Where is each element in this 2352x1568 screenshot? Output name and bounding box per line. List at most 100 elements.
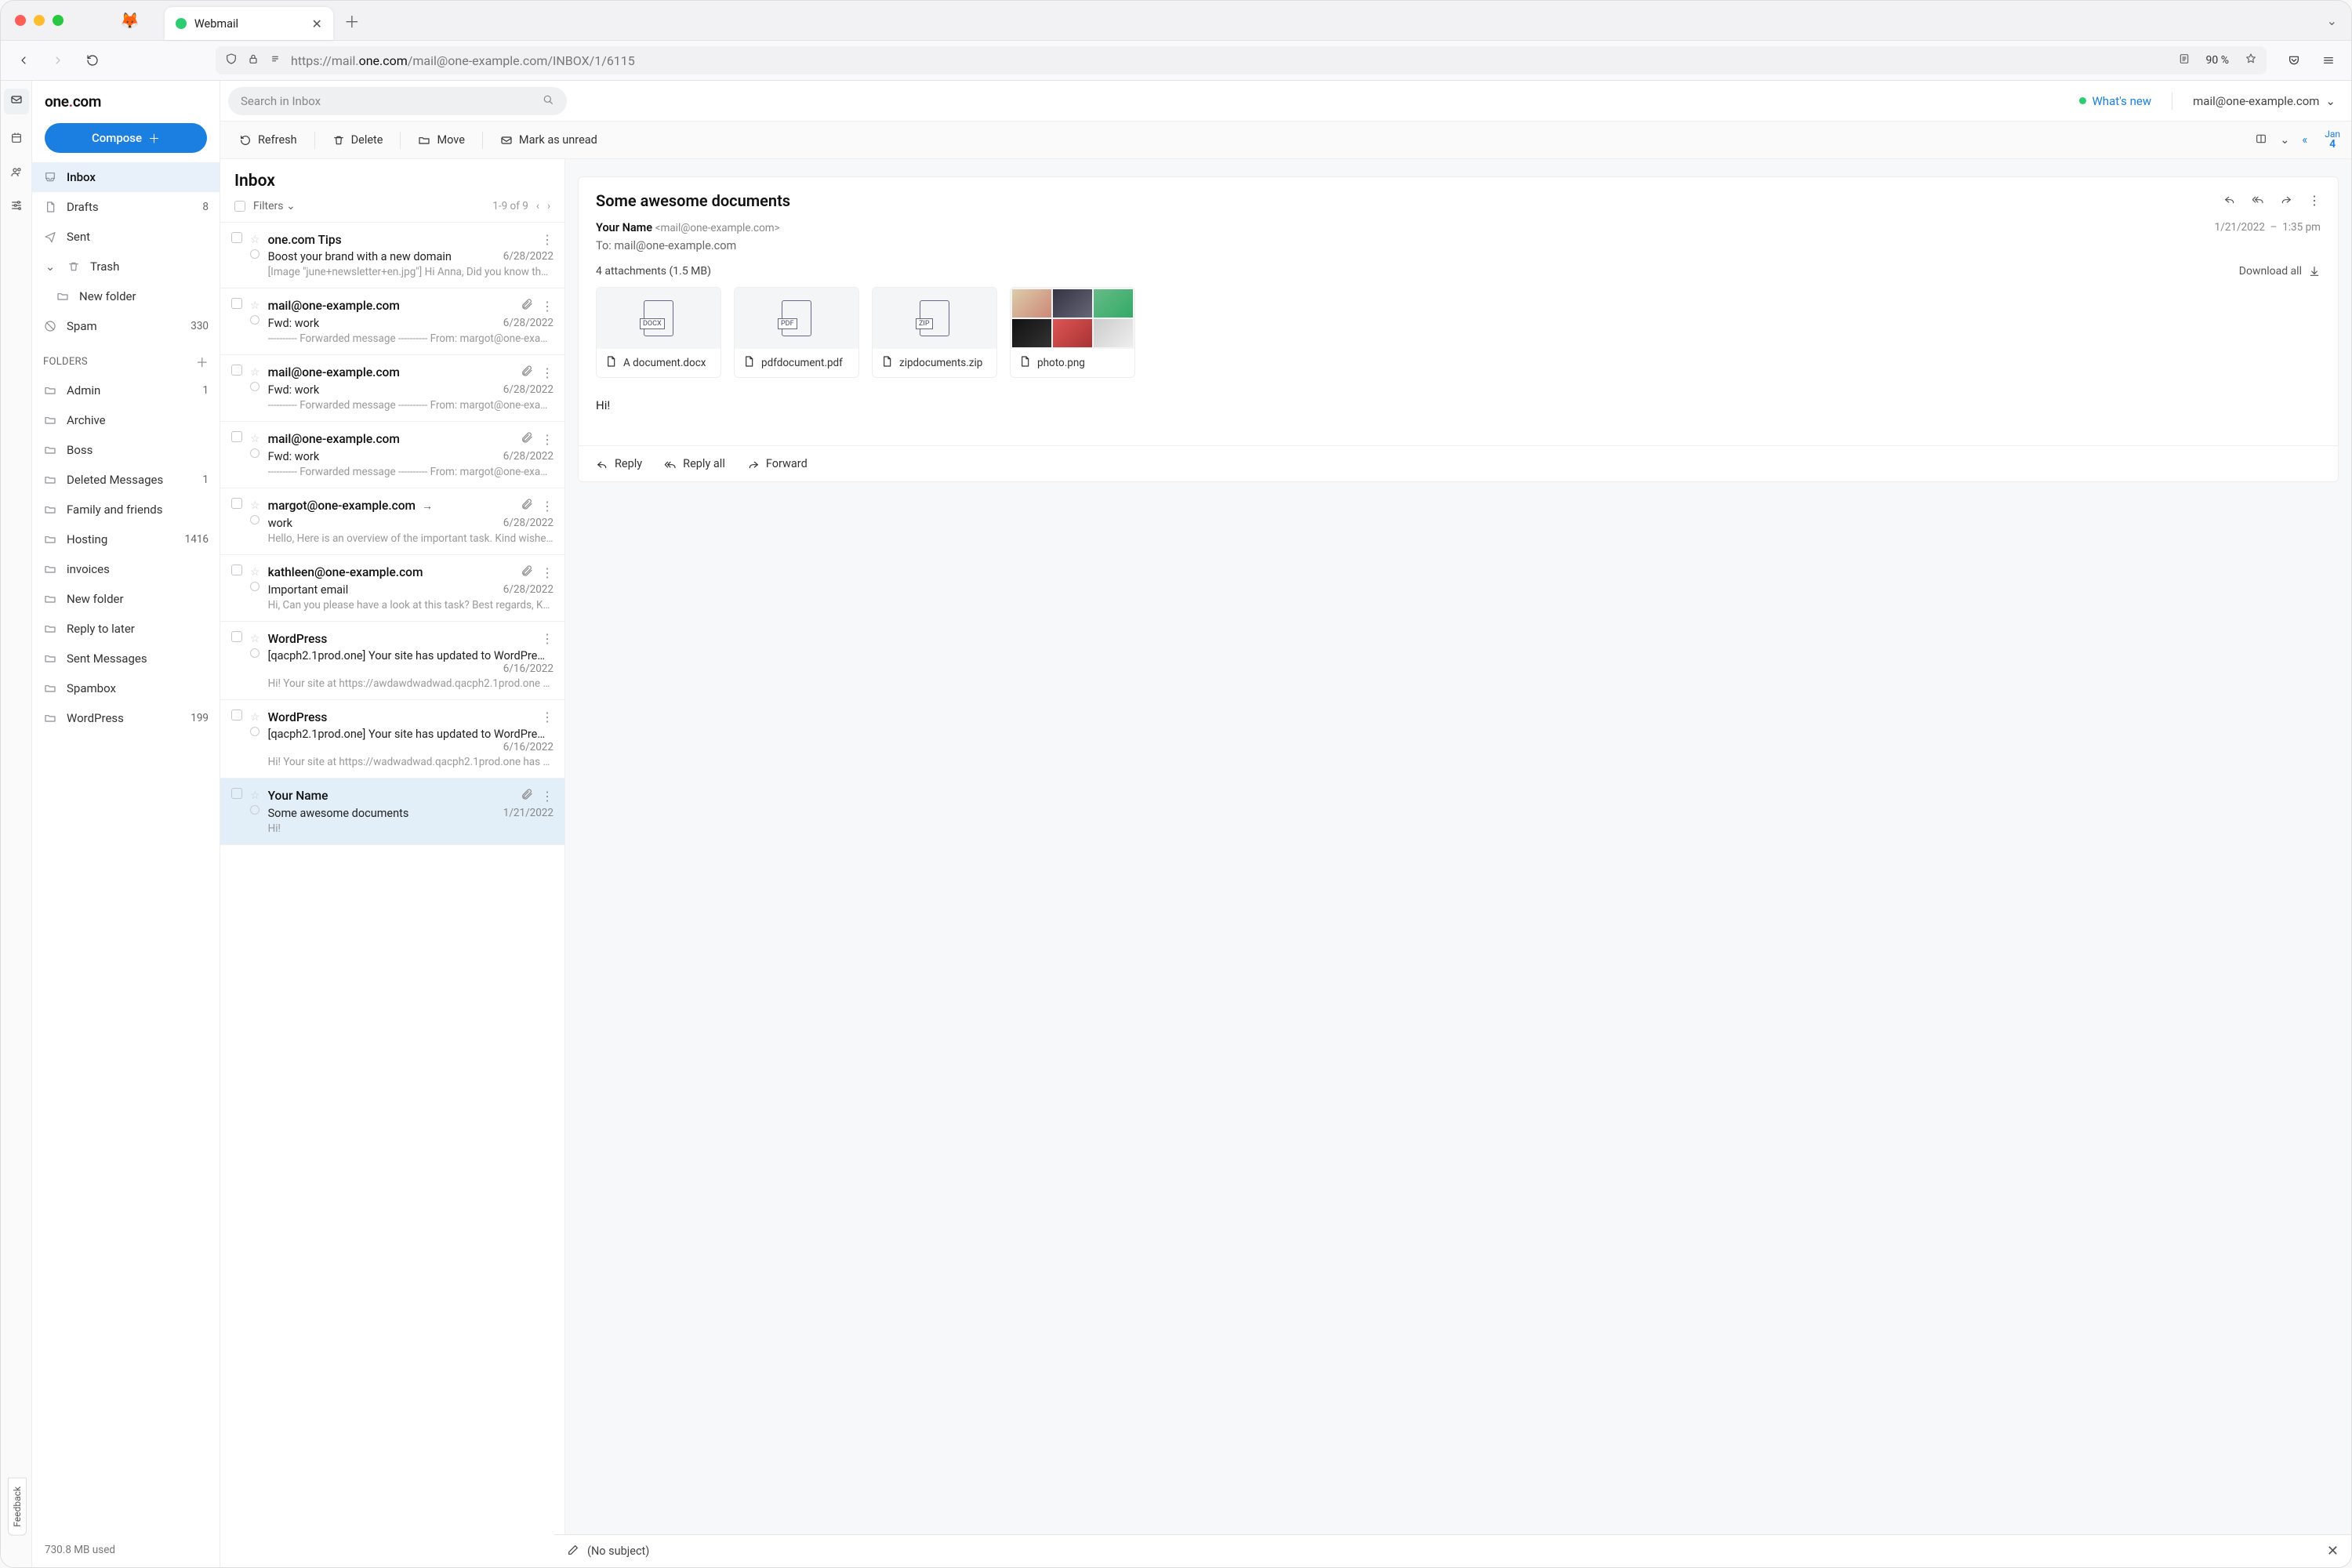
rail-mail-icon[interactable] bbox=[4, 89, 29, 114]
attachment[interactable]: zipdocuments.zip bbox=[872, 287, 997, 378]
compose-button[interactable]: Compose ＋ bbox=[45, 123, 207, 153]
forward-button[interactable]: Forward bbox=[747, 457, 808, 470]
message-row[interactable]: ☆kathleen@one-example.com⋮Important emai… bbox=[220, 555, 564, 622]
select-checkbox[interactable] bbox=[231, 498, 242, 509]
select-checkbox[interactable] bbox=[231, 564, 242, 575]
mark-unread-button[interactable]: Mark as unread bbox=[492, 129, 605, 151]
folder-inbox[interactable]: Inbox bbox=[32, 162, 220, 192]
folder-spambox[interactable]: Spambox bbox=[32, 673, 220, 703]
forward-icon[interactable] bbox=[2280, 193, 2292, 209]
star-icon[interactable]: ☆ bbox=[250, 366, 260, 379]
refresh-button[interactable]: Refresh bbox=[231, 129, 305, 151]
read-status-icon[interactable] bbox=[250, 382, 260, 391]
message-row[interactable]: ☆mail@one-example.com⋮Fwd: work6/28/2022… bbox=[220, 422, 564, 488]
attachment[interactable]: pdfdocument.pdf bbox=[734, 287, 859, 378]
close-window[interactable] bbox=[15, 15, 26, 26]
close-draft-icon[interactable]: ✕ bbox=[2327, 1543, 2339, 1559]
search-input[interactable]: Search in Inbox bbox=[228, 87, 567, 115]
folder-family-and-friends[interactable]: Family and friends bbox=[32, 495, 220, 524]
reply-icon[interactable] bbox=[2223, 193, 2236, 209]
minimized-draft[interactable]: (No subject) ✕ bbox=[554, 1534, 2351, 1567]
row-more-icon[interactable]: ⋮ bbox=[541, 710, 554, 724]
next-page-icon[interactable]: › bbox=[547, 200, 550, 212]
whats-new-link[interactable]: What's new bbox=[2079, 94, 2152, 108]
star-icon[interactable]: ☆ bbox=[250, 433, 260, 445]
folder-wordpress[interactable]: WordPress199 bbox=[32, 703, 220, 733]
select-checkbox[interactable] bbox=[231, 365, 242, 376]
folder-deleted-messages[interactable]: Deleted Messages1 bbox=[32, 465, 220, 495]
select-checkbox[interactable] bbox=[231, 631, 242, 642]
row-more-icon[interactable]: ⋮ bbox=[541, 299, 554, 314]
date-badge[interactable]: Jan 4 bbox=[2325, 129, 2340, 151]
star-icon[interactable]: ☆ bbox=[250, 789, 260, 802]
select-checkbox[interactable] bbox=[231, 788, 242, 799]
bookmark-icon[interactable] bbox=[2245, 53, 2257, 68]
row-more-icon[interactable]: ⋮ bbox=[541, 499, 554, 514]
folder-invoices[interactable]: invoices bbox=[32, 554, 220, 584]
read-status-icon[interactable] bbox=[250, 249, 260, 259]
filters-dropdown[interactable]: Filters ⌄ bbox=[253, 200, 296, 212]
select-all-checkbox[interactable] bbox=[234, 201, 245, 212]
row-more-icon[interactable]: ⋮ bbox=[541, 789, 554, 804]
read-status-icon[interactable] bbox=[250, 805, 260, 815]
row-more-icon[interactable]: ⋮ bbox=[541, 565, 554, 580]
message-row[interactable]: ☆margot@one-example.com→⋮work6/28/2022He… bbox=[220, 488, 564, 555]
message-row[interactable]: ☆one.com Tips⋮Boost your brand with a ne… bbox=[220, 223, 564, 289]
folder-sent[interactable]: Sent bbox=[32, 222, 220, 252]
prev-page-icon[interactable]: ‹ bbox=[536, 200, 539, 212]
star-icon[interactable]: ☆ bbox=[250, 633, 260, 645]
star-icon[interactable]: ☆ bbox=[250, 499, 260, 512]
folder-trash[interactable]: ⌄Trash bbox=[32, 252, 220, 281]
row-more-icon[interactable]: ⋮ bbox=[541, 232, 554, 247]
tabs-overflow-icon[interactable]: ⌄ bbox=[2327, 13, 2337, 28]
star-icon[interactable]: ☆ bbox=[250, 234, 260, 246]
rail-contacts-icon[interactable] bbox=[10, 165, 23, 182]
folder-spam[interactable]: Spam330 bbox=[32, 311, 220, 341]
add-folder-icon[interactable]: ＋ bbox=[196, 352, 209, 371]
url-input[interactable]: https://mail.one.com/mail@one-example.co… bbox=[216, 46, 2267, 74]
delete-button[interactable]: Delete bbox=[325, 129, 391, 151]
back-button[interactable] bbox=[10, 47, 37, 74]
layout-toggle-icon[interactable] bbox=[2255, 132, 2267, 148]
app-menu-icon[interactable] bbox=[2315, 47, 2342, 74]
move-button[interactable]: Move bbox=[410, 129, 472, 151]
prev-period-icon[interactable]: « bbox=[2302, 133, 2307, 147]
folder-admin[interactable]: Admin1 bbox=[32, 376, 220, 405]
message-row[interactable]: ☆mail@one-example.com⋮Fwd: work6/28/2022… bbox=[220, 289, 564, 355]
reply-all-icon[interactable] bbox=[2252, 193, 2264, 209]
new-tab-button[interactable]: ＋ bbox=[344, 9, 360, 32]
read-status-icon[interactable] bbox=[250, 727, 260, 736]
reply-button[interactable]: Reply bbox=[596, 457, 642, 470]
zoom-level[interactable]: 90 % bbox=[2200, 51, 2235, 70]
more-actions-icon[interactable]: ⋮ bbox=[2308, 193, 2321, 209]
read-status-icon[interactable] bbox=[250, 448, 260, 458]
download-all-button[interactable]: Download all bbox=[2239, 265, 2321, 278]
reload-button[interactable] bbox=[79, 47, 106, 74]
row-more-icon[interactable]: ⋮ bbox=[541, 631, 554, 646]
read-status-icon[interactable] bbox=[250, 315, 260, 325]
star-icon[interactable]: ☆ bbox=[250, 299, 260, 312]
folder-new-folder[interactable]: New folder bbox=[32, 584, 220, 614]
close-tab-icon[interactable]: ✕ bbox=[312, 16, 322, 31]
minimize-window[interactable] bbox=[34, 15, 45, 26]
message-row[interactable]: ☆mail@one-example.com⋮Fwd: work6/28/2022… bbox=[220, 355, 564, 422]
select-checkbox[interactable] bbox=[231, 710, 242, 720]
attachment[interactable]: A document.docx bbox=[596, 287, 721, 378]
message-row[interactable]: ☆Your Name⋮Some awesome documents1/21/20… bbox=[220, 779, 564, 845]
folder-new-folder[interactable]: New folder bbox=[32, 281, 220, 311]
message-row[interactable]: ☆WordPress⋮[qacph2.1prod.one] Your site … bbox=[220, 622, 564, 700]
rail-calendar-icon[interactable] bbox=[10, 132, 23, 148]
folder-drafts[interactable]: Drafts8 bbox=[32, 192, 220, 222]
reader-mode-icon[interactable] bbox=[2178, 53, 2190, 68]
select-checkbox[interactable] bbox=[231, 298, 242, 309]
browser-tab[interactable]: Webmail ✕ bbox=[165, 7, 333, 40]
select-checkbox[interactable] bbox=[231, 431, 242, 442]
read-status-icon[interactable] bbox=[250, 515, 260, 524]
feedback-tab[interactable]: Feedback bbox=[8, 1478, 27, 1536]
attachment[interactable]: photo.png bbox=[1010, 287, 1135, 378]
rail-settings-icon[interactable] bbox=[10, 199, 23, 216]
layout-chevron-icon[interactable]: ⌄ bbox=[2280, 133, 2289, 147]
read-status-icon[interactable] bbox=[250, 582, 260, 591]
folder-boss[interactable]: Boss bbox=[32, 435, 220, 465]
select-checkbox[interactable] bbox=[231, 232, 242, 243]
